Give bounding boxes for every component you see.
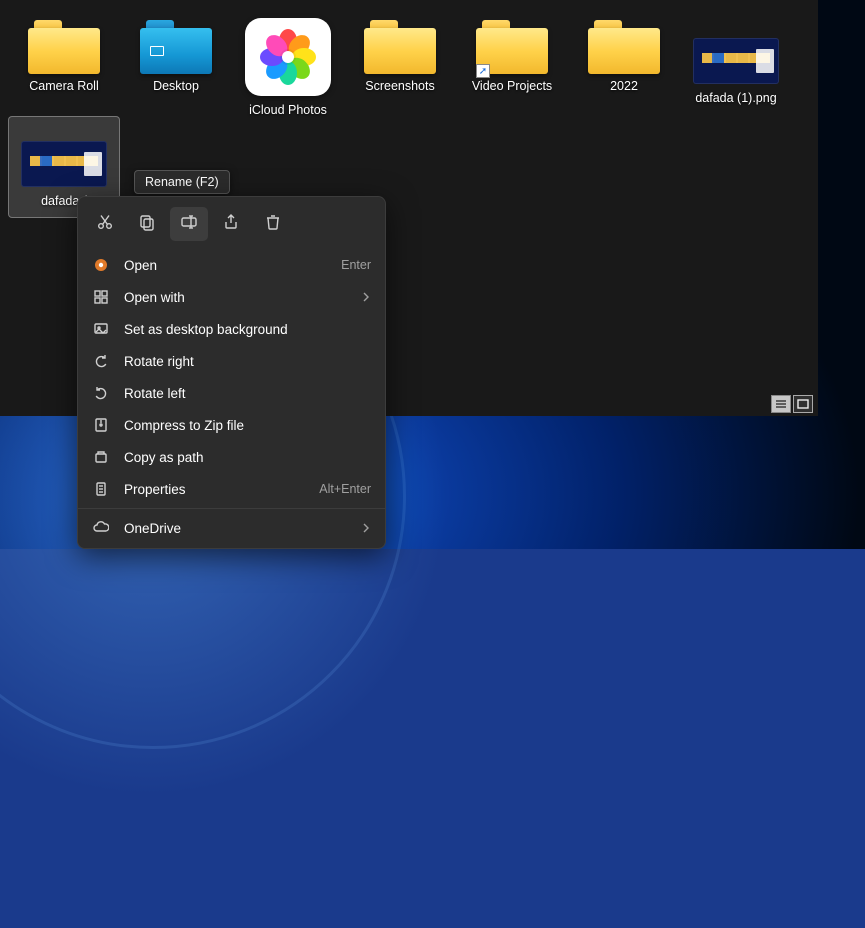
folder-icon: ➚: [476, 18, 548, 78]
context-menu-label: Copy as path: [124, 450, 204, 465]
desktop-item-label: Camera Roll: [29, 78, 98, 94]
copy-button[interactable]: [128, 207, 166, 241]
setbg-icon: [92, 320, 110, 338]
copypath-icon: [92, 448, 110, 466]
desktop-item[interactable]: ➚Video Projects: [456, 14, 568, 116]
context-menu: Open Enter Open with Set as desktop backgro…: [77, 196, 386, 549]
context-menu-item[interactable]: Open with: [78, 281, 385, 313]
rotr-icon: [92, 352, 110, 370]
context-menu-shortcut: Alt+Enter: [319, 482, 371, 496]
context-menu-item[interactable]: Set as desktop background: [78, 313, 385, 345]
folder-icon: [364, 18, 436, 78]
rotl-icon: [92, 384, 110, 402]
copy-icon: [138, 213, 156, 236]
context-menu-label: OneDrive: [124, 521, 181, 536]
shortcut-overlay-icon: ➚: [476, 64, 490, 78]
context-menu-item[interactable]: Open Enter: [78, 249, 385, 281]
context-menu-label: Compress to Zip file: [124, 418, 244, 433]
context-menu-list: Open Enter Open with Set as desktop backgro…: [78, 249, 385, 544]
desktop-item-label: Video Projects: [472, 78, 552, 94]
desktop-item[interactable]: iCloud Photos: [232, 14, 344, 116]
openwith-icon: [92, 288, 110, 306]
rename-icon: [180, 213, 198, 236]
context-menu-item[interactable]: Properties Alt+Enter: [78, 473, 385, 505]
folder-icon: [588, 18, 660, 78]
desktop-item-label: dafada (1).png: [695, 90, 776, 106]
thumb-icon: [21, 121, 107, 193]
cut-icon: [96, 213, 114, 236]
desktop-item[interactable]: Screenshots: [344, 14, 456, 116]
context-menu-label: Open with: [124, 290, 185, 305]
rename-button[interactable]: [170, 207, 208, 241]
context-menu-label: Open: [124, 258, 157, 273]
context-menu-shortcut: Enter: [341, 258, 371, 272]
cut-button[interactable]: [86, 207, 124, 241]
zip-icon: [92, 416, 110, 434]
desktop-item-label: iCloud Photos: [249, 102, 327, 118]
context-menu-toolbar: [78, 197, 385, 249]
delete-button[interactable]: [254, 207, 292, 241]
context-menu-item[interactable]: Rotate right: [78, 345, 385, 377]
desktop-item[interactable]: Camera Roll: [8, 14, 120, 116]
context-menu-label: Set as desktop background: [124, 322, 288, 337]
desktop-item[interactable]: 2022: [568, 14, 680, 116]
context-menu-label: Rotate right: [124, 354, 194, 369]
context-menu-item[interactable]: OneDrive: [78, 512, 385, 544]
open-color-icon: [92, 256, 110, 274]
onedrive-icon: [92, 519, 110, 537]
context-menu-label: Rotate left: [124, 386, 186, 401]
desktop-item-label: Screenshots: [365, 78, 434, 94]
context-menu-item[interactable]: Compress to Zip file: [78, 409, 385, 441]
chevron-right-icon: [361, 521, 371, 536]
desktop-item[interactable]: dafada (1).png: [680, 14, 792, 116]
context-menu-label: Properties: [124, 482, 186, 497]
context-menu-item[interactable]: Rotate left: [78, 377, 385, 409]
desktop-item-label: 2022: [610, 78, 638, 94]
share-button[interactable]: [212, 207, 250, 241]
desktop-item[interactable]: Desktop: [120, 14, 232, 116]
thumb-icon: [693, 18, 779, 90]
details-view-button[interactable]: [771, 395, 791, 413]
folder-icon: [28, 18, 100, 78]
rename-tooltip: Rename (F2): [134, 170, 230, 194]
chevron-right-icon: [361, 290, 371, 305]
icloud-icon: [245, 18, 331, 102]
view-mode-toggles: [771, 395, 813, 413]
desktop-item-label: Desktop: [153, 78, 199, 94]
props-icon: [92, 480, 110, 498]
delete-icon: [264, 213, 282, 236]
context-menu-item[interactable]: Copy as path: [78, 441, 385, 473]
share-icon: [222, 213, 240, 236]
context-menu-divider: [78, 508, 385, 509]
folder-blue-icon: [140, 18, 212, 78]
thumbnails-view-button[interactable]: [793, 395, 813, 413]
